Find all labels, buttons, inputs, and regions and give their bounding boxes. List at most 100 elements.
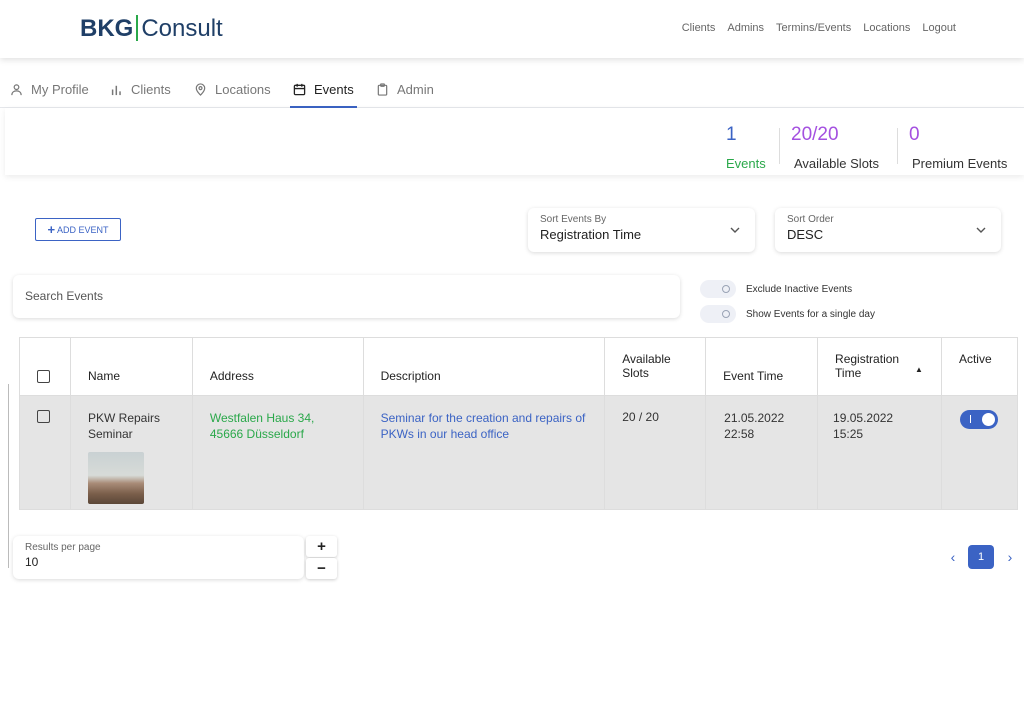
topnav-termins-events[interactable]: Termins/Events: [776, 22, 851, 34]
event-address[interactable]: Westfalen Haus 34,: [210, 410, 363, 426]
row-select-cell: [19, 395, 71, 510]
increment-button[interactable]: +: [306, 536, 337, 557]
sort-by-value: Registration Time: [540, 227, 642, 242]
sort-ascending-icon: ▲: [915, 365, 923, 374]
event-slots: 20 / 20: [622, 410, 659, 424]
sort-by-label: Sort Events By: [540, 214, 607, 225]
header-registration-time[interactable]: Registration Time ▲: [817, 337, 942, 396]
results-per-page-value: 10: [25, 555, 39, 569]
tab-label: Events: [314, 81, 354, 97]
topnav-locations[interactable]: Locations: [863, 22, 910, 34]
user-icon: [11, 83, 22, 95]
tab-label: Admin: [397, 81, 434, 97]
top-nav: Clients Admins Termins/Events Locations …: [682, 22, 956, 34]
chevron-down-icon: [730, 227, 740, 233]
table-header-row: Name Address Description Available Slots…: [19, 337, 1019, 396]
header-name[interactable]: Name: [69, 337, 193, 396]
topnav-admins[interactable]: Admins: [727, 22, 764, 34]
event-clock: 22:58: [724, 427, 755, 441]
brand-part2: Consult: [141, 15, 223, 42]
event-date: 21.05.2022: [724, 411, 785, 425]
event-name: PKW Repairs: [87, 411, 161, 425]
row-active-cell: [940, 395, 1019, 510]
active-switch[interactable]: [959, 410, 998, 429]
row-registration-time-cell: 19.05.2022 15:25: [817, 395, 942, 510]
decrement-button[interactable]: −: [306, 558, 337, 579]
select-all-checkbox[interactable]: [37, 370, 50, 383]
tab-events[interactable]: Events: [290, 70, 357, 108]
search-events-input[interactable]: Search Events: [13, 275, 680, 318]
topnav-clients[interactable]: Clients: [682, 22, 716, 34]
event-address[interactable]: 45666 Düsseldorf: [210, 426, 363, 442]
top-bar: BKG Consult Clients Admins Termins/Events…: [0, 0, 1024, 58]
header-active[interactable]: Active: [940, 337, 1019, 396]
header-description[interactable]: Description: [362, 337, 606, 396]
location-pin-icon: [195, 82, 206, 96]
stat-premium-events: 0 Premium Events: [909, 124, 1007, 171]
results-per-page-field[interactable]: Results per page 10: [13, 536, 304, 579]
stat-divider: [779, 128, 780, 164]
sort-order-value: DESC: [787, 227, 824, 242]
tab-label: Clients: [131, 81, 171, 97]
tab-admin[interactable]: Admin: [376, 70, 434, 108]
add-event-button[interactable]: + ADD EVENT: [35, 218, 121, 241]
stat-value: 0: [909, 124, 920, 145]
single-day-row: Show Events for a single day: [700, 305, 875, 323]
stat-label: Premium Events: [912, 156, 1008, 171]
tab-clients[interactable]: Clients: [110, 70, 171, 108]
exclude-inactive-row: Exclude Inactive Events: [700, 280, 852, 298]
stat-events: 1 Events: [726, 124, 766, 171]
header-address[interactable]: Address: [191, 337, 364, 396]
clipboard-icon: [377, 82, 388, 96]
registration-clock: 15:25: [833, 427, 864, 441]
table-row[interactable]: PKW Repairs Seminar Westfalen Haus 34, 4…: [19, 395, 1019, 510]
header-event-time[interactable]: Event Time: [705, 337, 819, 396]
event-description[interactable]: PKWs in our head office: [381, 426, 605, 442]
stat-label: Available Slots: [794, 156, 880, 171]
pagination-next-button[interactable]: ›: [1003, 545, 1017, 569]
event-name: Seminar: [87, 427, 133, 441]
single-day-label: Show Events for a single day: [746, 308, 875, 320]
plus-icon: +: [47, 222, 56, 237]
sort-by-select[interactable]: Sort Events By Registration Time: [528, 208, 755, 252]
header-available-slots[interactable]: Available Slots: [604, 337, 707, 396]
row-address-cell: Westfalen Haus 34, 45666 Düsseldorf: [191, 395, 364, 510]
tab-label: Locations: [215, 81, 271, 97]
events-table: Name Address Description Available Slots…: [19, 337, 1019, 510]
scroll-divider: [8, 384, 9, 568]
calendar-icon: [293, 83, 306, 95]
tab-label: My Profile: [31, 81, 89, 97]
event-thumbnail[interactable]: [87, 452, 144, 504]
tab-locations[interactable]: Locations: [194, 70, 271, 108]
stat-label: Events: [726, 156, 766, 171]
results-per-page-label: Results per page: [25, 542, 101, 553]
stat-value: 1: [726, 124, 737, 145]
row-checkbox[interactable]: [37, 410, 50, 423]
stat-value: 20/20: [791, 124, 839, 145]
topnav-logout[interactable]: Logout: [922, 22, 956, 34]
brand-logo[interactable]: BKG Consult: [80, 14, 223, 44]
row-event-time-cell: 21.05.2022 22:58: [705, 395, 819, 510]
tab-my-profile[interactable]: My Profile: [10, 70, 89, 108]
brand-separator: [136, 15, 139, 41]
row-name-cell: PKW Repairs Seminar: [69, 395, 193, 510]
exclude-inactive-label: Exclude Inactive Events: [746, 283, 853, 295]
exclude-inactive-toggle[interactable]: [700, 280, 736, 298]
brand-part1: BKG: [80, 15, 134, 42]
sort-order-select[interactable]: Sort Order DESC: [775, 208, 1001, 252]
pagination-prev-button[interactable]: ‹: [946, 545, 960, 569]
pagination-page-button[interactable]: 1: [968, 545, 994, 569]
sort-order-label: Sort Order: [787, 214, 834, 225]
header-select-all: [19, 337, 71, 396]
tab-bar: My Profile Clients Locations Events Admi…: [0, 70, 1024, 108]
event-description[interactable]: Seminar for the creation and repairs of: [381, 410, 605, 426]
stat-available-slots: 20/20 Available Slots: [791, 124, 879, 171]
single-day-toggle[interactable]: [700, 305, 736, 323]
bar-chart-icon: [111, 85, 121, 95]
chevron-down-icon: [976, 227, 986, 233]
stats-panel: 1 Events 20/20 Available Slots 0 Premium…: [5, 108, 1024, 175]
row-slots-cell: 20 / 20: [604, 395, 707, 510]
registration-date: 19.05.2022: [833, 411, 894, 425]
row-description-cell: Seminar for the creation and repairs of …: [362, 395, 606, 510]
stat-divider: [897, 128, 898, 164]
